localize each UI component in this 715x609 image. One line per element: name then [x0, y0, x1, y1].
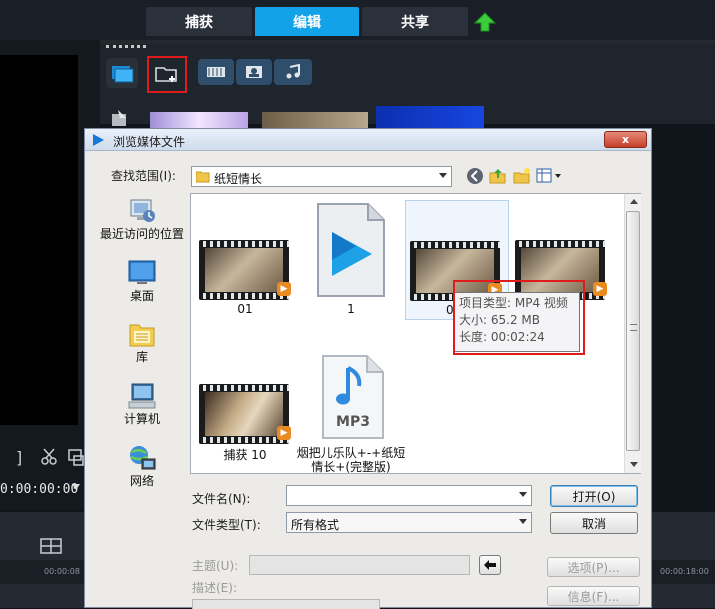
back-icon[interactable]	[466, 167, 484, 185]
timeline-view-icon[interactable]	[40, 538, 62, 554]
ruler-tick-label: 00:00:08	[44, 567, 80, 576]
add-folder-highlight	[147, 56, 187, 93]
recent-places-icon	[127, 197, 157, 225]
audio-filter-icon[interactable]	[274, 59, 312, 85]
video-thumbnail	[199, 240, 289, 300]
tab-edit[interactable]: 编辑	[255, 7, 359, 36]
place-label: 网络	[129, 474, 154, 488]
info-button[interactable]: 信息(F)...	[547, 586, 640, 606]
media-file-icon	[316, 202, 386, 298]
up-arrow-icon[interactable]	[473, 12, 497, 32]
library-thumbnail[interactable]	[150, 112, 248, 128]
filetype-value: 所有格式	[291, 518, 340, 532]
left-arrow-icon	[484, 560, 496, 570]
mark-out-icon[interactable]: ]	[16, 448, 22, 467]
tab-capture[interactable]: 捕获	[146, 7, 252, 36]
video-filter-icon[interactable]	[198, 59, 234, 85]
app-logo-icon	[91, 133, 105, 147]
place-libraries[interactable]: 库	[98, 320, 186, 365]
places-bar: 最近访问的位置 桌面 库 计算机 网络	[98, 191, 186, 491]
play-badge-icon: ▶	[277, 426, 291, 440]
file-name: 捕获 10	[223, 448, 267, 462]
browse-media-dialog: 浏览媒体文件 x 查找范围(I): 纸短情长 最近访问的位置 桌面 库 计算机 …	[84, 128, 652, 609]
drag-handle[interactable]	[106, 45, 146, 49]
close-button[interactable]: x	[604, 131, 647, 148]
file-item[interactable]: ▶ 01	[193, 202, 297, 318]
filetype-select[interactable]: 所有格式	[286, 512, 532, 533]
photo-filter-icon[interactable]	[236, 59, 272, 85]
media-library-icon[interactable]	[106, 58, 138, 88]
description-label: 描述(E):	[192, 581, 237, 595]
cancel-button[interactable]: 取消	[550, 512, 638, 534]
video-thumbnail	[199, 384, 289, 444]
lookin-label: 查找范围(I):	[111, 169, 176, 183]
place-label: 计算机	[123, 412, 160, 426]
scroll-thumb[interactable]	[626, 211, 640, 451]
dialog-title-bar[interactable]: 浏览媒体文件 x	[85, 129, 651, 151]
view-menu-icon[interactable]	[536, 167, 564, 185]
transition-icon[interactable]	[110, 108, 132, 128]
network-icon	[127, 444, 157, 472]
file-name: 烟把儿乐队+-+纸短情长+(完整版)	[296, 446, 406, 474]
lookin-select[interactable]: 纸短情长	[191, 166, 452, 187]
scroll-up-icon[interactable]	[630, 199, 638, 204]
library-thumbnail[interactable]	[376, 106, 484, 128]
file-name: 1	[347, 302, 355, 316]
place-network[interactable]: 网络	[98, 444, 186, 489]
timecode-down-icon[interactable]	[72, 484, 80, 490]
tab-share[interactable]: 共享	[362, 7, 468, 36]
place-label: 库	[135, 350, 148, 364]
folder-icon	[195, 170, 210, 183]
place-label: 桌面	[129, 289, 154, 303]
place-label: 最近访问的位置	[99, 227, 184, 241]
timecode-display: 0:00:00:00	[0, 482, 79, 497]
play-badge-icon: ▶	[277, 282, 291, 296]
scroll-down-icon[interactable]	[630, 462, 638, 467]
play-badge-icon: ▶	[593, 282, 607, 296]
scissors-icon[interactable]	[40, 448, 60, 466]
place-computer[interactable]: 计算机	[98, 382, 186, 427]
options-button[interactable]: 选项(P)...	[547, 557, 640, 577]
preview-window	[0, 55, 78, 425]
filename-input[interactable]	[286, 485, 532, 506]
file-item[interactable]: MP3 烟把儿乐队+-+纸短情长+(完整版)	[297, 350, 405, 474]
chevron-down-icon	[519, 492, 527, 497]
ruler-tick-label: 00:00:18:00	[660, 567, 709, 576]
desktop-icon	[127, 259, 157, 287]
subject-arrow-button[interactable]	[479, 555, 501, 575]
libraries-icon	[127, 320, 157, 348]
up-folder-icon[interactable]	[489, 167, 507, 185]
chevron-down-icon	[439, 173, 447, 178]
subject-input[interactable]	[249, 555, 470, 575]
file-item[interactable]: ▶ 捕获 10	[193, 350, 297, 470]
chevron-down-icon	[519, 519, 527, 524]
lookin-value: 纸短情长	[214, 172, 263, 186]
place-recent[interactable]: 最近访问的位置	[98, 197, 186, 242]
dialog-title: 浏览媒体文件	[113, 135, 186, 149]
open-button[interactable]: 打开(O)	[550, 485, 638, 507]
vertical-scrollbar[interactable]	[624, 194, 641, 473]
file-item[interactable]: 1	[299, 202, 403, 318]
subject-label: 主题(U):	[192, 559, 239, 573]
computer-icon	[127, 382, 157, 410]
filename-label: 文件名(N):	[192, 492, 251, 506]
library-thumbnail[interactable]	[262, 112, 368, 128]
snapshot-icon[interactable]	[68, 448, 84, 466]
new-folder-icon[interactable]	[513, 167, 531, 185]
place-desktop[interactable]: 桌面	[98, 259, 186, 304]
mp3-badge: MP3	[336, 414, 370, 430]
file-name: 01	[237, 302, 253, 316]
filetype-label: 文件类型(T):	[192, 518, 261, 532]
tooltip-highlight	[453, 280, 585, 355]
